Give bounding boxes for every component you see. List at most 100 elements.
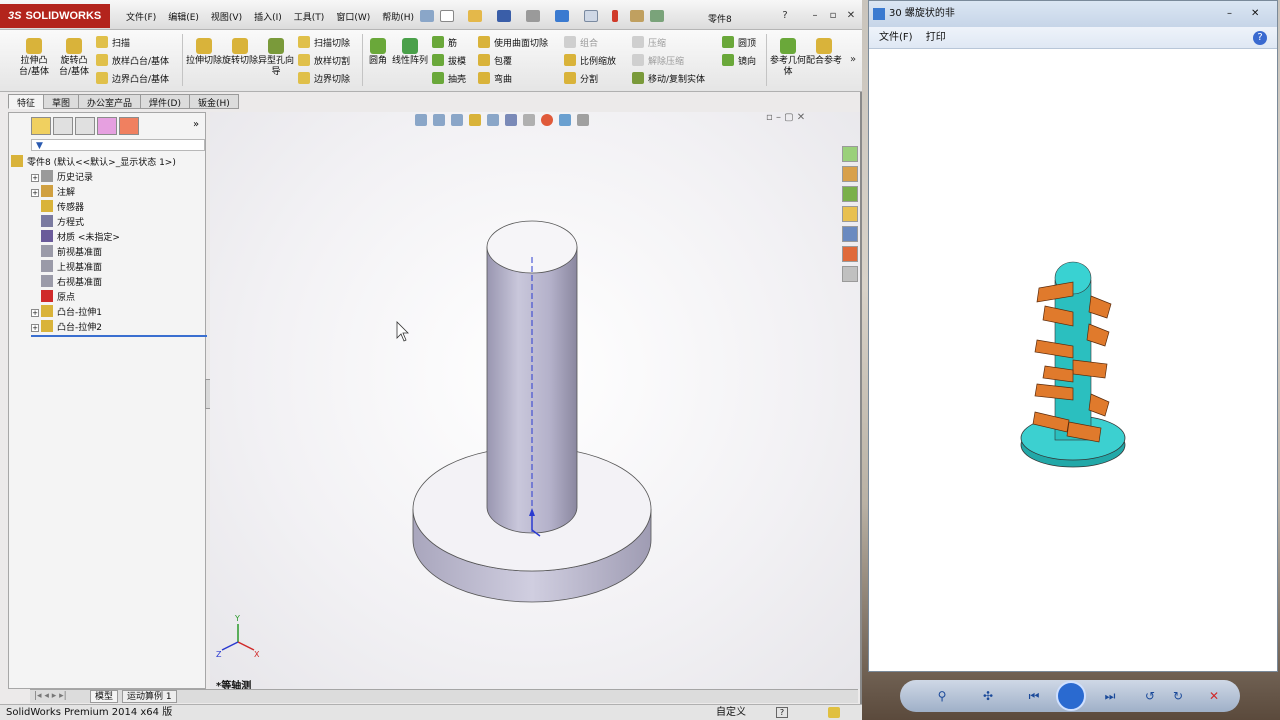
revolve-boss-button[interactable]: 旋转凸台/基体	[56, 38, 92, 78]
tab-sketch[interactable]: 草图	[43, 94, 80, 109]
mate-reference-button[interactable]: 配合参考	[806, 38, 842, 67]
expand-toggle-icon[interactable]: +	[31, 309, 39, 317]
expand-toggle-icon[interactable]: +	[31, 174, 39, 182]
extrude-boss-button[interactable]: 拉伸凸台/基体	[16, 38, 52, 78]
solidworks-logo[interactable]: 3S SOLIDWORKS	[0, 4, 110, 28]
uncompress-button[interactable]: 解除压缩	[632, 54, 684, 68]
move-copy-body-button[interactable]: 移动/复制实体	[632, 72, 705, 86]
new-document-icon[interactable]	[440, 10, 454, 22]
units-selector[interactable]: 自定义	[716, 705, 746, 720]
compress-button[interactable]: 压缩	[632, 36, 666, 50]
tree-item[interactable]: + 凸台-拉伸2	[31, 320, 102, 335]
minimize-button[interactable]: –	[808, 10, 822, 22]
file-explorer-icon[interactable]	[842, 206, 858, 222]
display-manager-tab-icon[interactable]	[119, 117, 139, 135]
menu-window[interactable]: 窗口(W)	[330, 8, 376, 25]
scale-button[interactable]: 比例缩放	[564, 54, 616, 68]
flex-button[interactable]: 弯曲	[478, 72, 512, 86]
tab-office-products[interactable]: 办公室产品	[78, 94, 142, 109]
tree-item[interactable]: 材质 <未指定>	[31, 230, 120, 245]
tab-motion-study[interactable]: 运动算例 1	[122, 690, 177, 703]
menu-file[interactable]: 文件(F)	[120, 8, 162, 25]
tree-item[interactable]: + 注解	[31, 185, 75, 200]
restore-button[interactable]: ▫	[826, 10, 840, 22]
open-folder-icon[interactable]	[468, 10, 482, 22]
tab-features[interactable]: 特征	[8, 94, 45, 109]
surface-cut-button[interactable]: 使用曲面切除	[478, 36, 548, 50]
menu-help[interactable]: 帮助(H)	[376, 8, 420, 25]
wrap-button[interactable]: 包覆	[478, 54, 512, 68]
configuration-manager-tab-icon[interactable]	[75, 117, 95, 135]
undo-icon[interactable]	[555, 10, 569, 22]
dome-button[interactable]: 圆顶	[722, 36, 756, 50]
photo-viewer-help-icon[interactable]: ?	[1253, 31, 1267, 45]
options-icon[interactable]	[650, 10, 664, 22]
tree-item[interactable]: 上视基准面	[31, 260, 102, 275]
combine-button[interactable]: 组合	[564, 36, 598, 50]
select-pointer-icon[interactable]	[584, 10, 598, 22]
dimxpert-tab-icon[interactable]	[97, 117, 117, 135]
tree-item[interactable]: 方程式	[31, 215, 84, 230]
graphics-viewport[interactable]: ▫ – ▢ ✕ Y X Z *等轴测	[210, 112, 860, 692]
save-icon[interactable]	[497, 10, 511, 22]
shell-button[interactable]: 抽壳	[432, 72, 466, 86]
tree-item[interactable]: 前视基准面	[31, 245, 102, 260]
tree-item[interactable]: + 历史记录	[31, 170, 93, 185]
expand-toggle-icon[interactable]: +	[31, 189, 39, 197]
rotate-clockwise-icon[interactable]: ↻	[1170, 688, 1186, 704]
swept-cut-button[interactable]: 扫描切除	[298, 36, 350, 50]
solidworks-resources-icon[interactable]	[842, 146, 858, 162]
tree-filter-input[interactable]: ▼	[31, 139, 205, 151]
lofted-cut-button[interactable]: 放样切割	[298, 54, 350, 68]
boundary-cut-button[interactable]: 边界切除	[298, 72, 350, 86]
tab-scroll-arrows[interactable]: |◂ ◂ ▸ ▸|	[30, 690, 71, 703]
photo-viewer-menu-print[interactable]: 打印	[926, 32, 946, 43]
tab-model[interactable]: 模型	[90, 690, 119, 703]
sweep-button[interactable]: 扫描	[96, 36, 130, 50]
draft-button[interactable]: 拔模	[432, 54, 466, 68]
photo-viewer-close-button[interactable]: ✕	[1251, 1, 1259, 27]
menu-tools[interactable]: 工具(T)	[288, 8, 331, 25]
expand-commands-icon[interactable]: »	[846, 54, 860, 66]
revolve-cut-button[interactable]: 旋转切除	[222, 38, 258, 67]
tree-root-part[interactable]: 零件8 (默认<<默认>_显示状态 1>)	[11, 155, 176, 170]
loft-button[interactable]: 放样凸台/基体	[96, 54, 169, 68]
delete-icon[interactable]: ✕	[1206, 688, 1222, 704]
boundary-boss-button[interactable]: 边界凸台/基体	[96, 72, 169, 86]
extrude-cut-button[interactable]: 拉伸切除	[186, 38, 222, 67]
file-properties-icon[interactable]	[630, 10, 644, 22]
split-button[interactable]: 分割	[564, 72, 598, 86]
rollback-bar[interactable]	[31, 335, 207, 337]
menu-edit[interactable]: 编辑(E)	[162, 8, 205, 25]
tree-item[interactable]: 右视基准面	[31, 275, 102, 290]
tab-weldments[interactable]: 焊件(D)	[140, 94, 190, 109]
close-button[interactable]: ✕	[844, 10, 858, 22]
tree-item[interactable]: 原点	[31, 290, 75, 305]
previous-image-icon[interactable]: ⏮	[1026, 688, 1042, 704]
next-image-icon[interactable]: ⏭	[1102, 688, 1118, 704]
tree-item[interactable]: + 凸台-拉伸1	[31, 305, 102, 320]
reference-geometry-button[interactable]: 参考几何体	[770, 38, 806, 78]
linear-pattern-button[interactable]: 线性阵列	[392, 38, 428, 67]
rib-button[interactable]: 筋	[432, 36, 457, 50]
photo-viewer-minimize-button[interactable]: –	[1227, 1, 1232, 27]
property-manager-tab-icon[interactable]	[53, 117, 73, 135]
rebuild-status-icon[interactable]	[828, 707, 840, 718]
feature-manager-tab-icon[interactable]	[31, 117, 51, 135]
tab-sheet-metal[interactable]: 钣金(H)	[189, 94, 239, 109]
custom-properties-icon[interactable]	[842, 266, 858, 282]
view-palette-icon[interactable]	[842, 226, 858, 242]
expand-toggle-icon[interactable]: +	[31, 324, 39, 332]
actual-size-icon[interactable]: ✣	[980, 688, 996, 704]
menu-insert[interactable]: 插入(I)	[248, 8, 288, 25]
rebuild-icon[interactable]	[612, 10, 618, 22]
design-library-icon[interactable]	[842, 186, 858, 202]
expand-panel-icon[interactable]: »	[193, 119, 199, 130]
fillet-button[interactable]: 圆角	[360, 38, 396, 67]
help-icon[interactable]: ?	[778, 10, 792, 22]
help-status-icon[interactable]: ?	[776, 707, 788, 718]
menu-view[interactable]: 视图(V)	[205, 8, 248, 25]
home-icon[interactable]	[842, 166, 858, 182]
appearances-icon[interactable]	[842, 246, 858, 262]
pin-icon[interactable]	[420, 10, 434, 22]
